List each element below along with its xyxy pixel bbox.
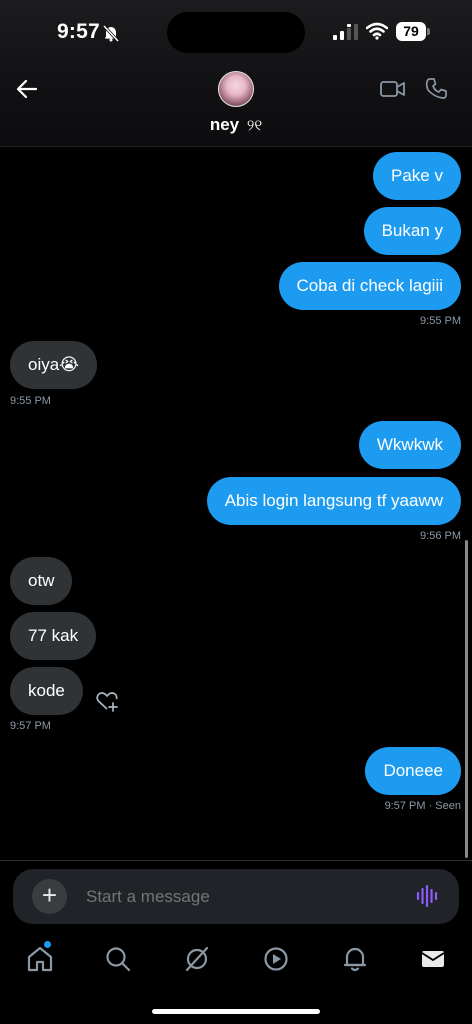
battery-indicator: 79 bbox=[396, 22, 426, 41]
home-notification-dot bbox=[44, 941, 51, 948]
status-bar: 9:57 79 bbox=[0, 0, 472, 64]
contact-name: ney bbox=[209, 115, 240, 134]
message-timestamp: 9:55 PM bbox=[10, 395, 51, 407]
message-timestamp: 9:55 PM bbox=[420, 315, 461, 327]
contact-name-suffix: ୨୧ bbox=[246, 117, 263, 134]
video-icon[interactable] bbox=[261, 944, 291, 974]
message-timestamp-seen: 9:57 PM · Seen bbox=[384, 800, 461, 812]
signal-icon bbox=[333, 24, 358, 40]
back-arrow-icon[interactable] bbox=[14, 76, 40, 102]
home-indicator[interactable] bbox=[152, 1009, 320, 1014]
message-bubble-outgoing[interactable]: Wkwkwk bbox=[358, 421, 461, 469]
message-bubble-outgoing[interactable]: Abis login langsung tf yaaww bbox=[206, 477, 461, 525]
battery-tip bbox=[427, 28, 430, 35]
message-bubble-incoming[interactable]: 77 kak bbox=[10, 612, 97, 660]
composer-divider bbox=[0, 860, 472, 861]
voice-message-icon[interactable] bbox=[415, 884, 439, 908]
home-icon[interactable] bbox=[25, 944, 55, 974]
phone-call-icon[interactable] bbox=[425, 77, 448, 100]
message-bubble-outgoing[interactable]: Pake v bbox=[373, 152, 461, 200]
message-composer: + bbox=[13, 869, 459, 924]
contact-name-row[interactable]: ney ୨୧ bbox=[0, 115, 472, 135]
avatar[interactable] bbox=[218, 71, 254, 107]
header-divider bbox=[0, 146, 472, 147]
bell-icon[interactable] bbox=[340, 944, 370, 974]
message-bubble-incoming[interactable]: kode bbox=[10, 667, 83, 715]
video-call-icon[interactable] bbox=[380, 79, 405, 99]
grok-icon[interactable] bbox=[182, 944, 212, 974]
message-bubble-outgoing[interactable]: Coba di check lagiii bbox=[278, 262, 461, 310]
scrollbar[interactable] bbox=[465, 540, 468, 858]
mail-icon[interactable] bbox=[418, 944, 448, 974]
add-reaction-icon[interactable] bbox=[95, 690, 119, 712]
status-time: 9:57 bbox=[57, 20, 100, 43]
add-media-button[interactable]: + bbox=[32, 879, 67, 914]
message-timestamp: 9:56 PM bbox=[420, 530, 461, 542]
message-bubble-outgoing[interactable]: Bukan y bbox=[363, 207, 461, 255]
bell-muted-icon bbox=[102, 24, 120, 42]
message-bubble-incoming[interactable]: oiya😭 bbox=[10, 341, 98, 389]
message-timestamp: 9:57 PM bbox=[10, 720, 51, 732]
message-input[interactable] bbox=[86, 869, 386, 924]
message-bubble-incoming[interactable]: otw bbox=[10, 557, 73, 605]
search-icon[interactable] bbox=[103, 944, 133, 974]
wifi-icon bbox=[366, 22, 388, 40]
message-bubble-outgoing[interactable]: Doneee bbox=[365, 747, 461, 795]
dynamic-island bbox=[167, 12, 305, 53]
